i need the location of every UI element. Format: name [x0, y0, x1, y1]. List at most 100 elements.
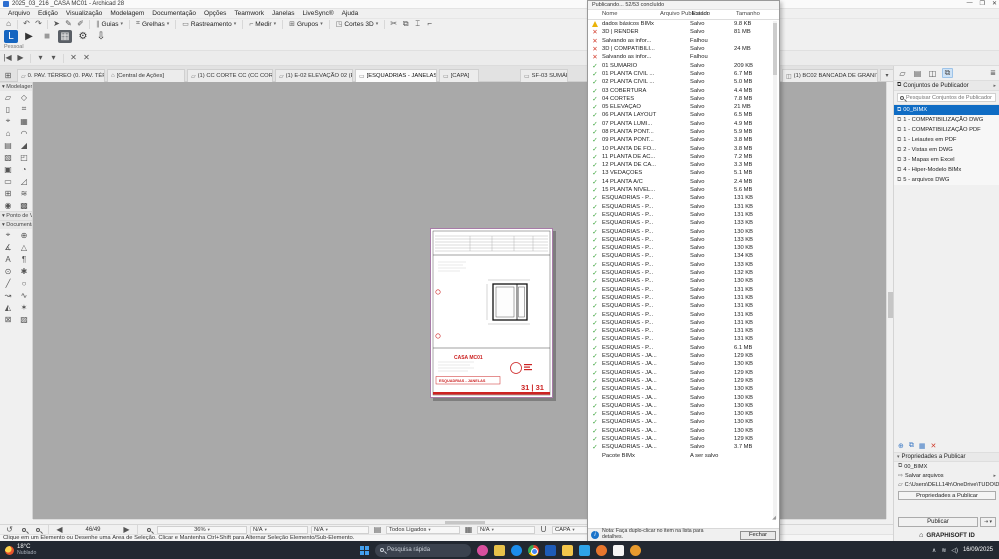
toolbox-tool-icon-5[interactable]: ▦ — [16, 115, 32, 127]
toolbox-tool-icon-13[interactable]: ◔ — [16, 163, 32, 175]
adjust-icon[interactable]: ⌶ — [412, 19, 423, 29]
publish-item-row[interactable]: ✓ ESQUADRIAS - P... Salvo 133 KB — [588, 219, 774, 227]
publish-item-row[interactable]: ✓ ESQUADRIAS - P... Salvo 131 KB — [588, 203, 774, 211]
toolbox-section-documentac[interactable]: ▾ Documentaç... — [0, 220, 32, 229]
layers-icon[interactable]: ▤ — [372, 525, 383, 535]
toolbox-tool-icon-1[interactable]: ⊕ — [16, 229, 32, 241]
toolbox-tool-icon-13[interactable]: ✶ — [16, 301, 32, 313]
toolbox-tool-icon-15[interactable]: ◿ — [16, 175, 32, 187]
tab-sf-03-suma-rio[interactable]: ▭SF-03 SUMÁRIO — [520, 69, 568, 82]
column-tamanho[interactable]: Tamanho — [736, 11, 760, 17]
publish-item-row[interactable]: ✓ 07 PLANTA LUMI... Salvo 4.9 MB — [588, 120, 774, 128]
menu-opc-o-es[interactable]: Opções — [200, 10, 230, 17]
orientation-combo[interactable]: N/A ▾ — [250, 525, 308, 534]
publish-options-dropdown[interactable]: ⇥ ▾ — [980, 517, 996, 527]
publish-item-row[interactable]: ✓ ESQUADRIAS - P... Salvo 130 KB — [588, 277, 774, 285]
publisher-search-box[interactable] — [897, 93, 996, 102]
canvas-vertical-scrollbar[interactable] — [886, 82, 893, 519]
menu-janelas[interactable]: Janelas — [268, 10, 298, 17]
publish-item-row[interactable]: ✓ 01 SUMÁRIO Salvo 209 KB — [588, 61, 774, 70]
volume-icon[interactable]: ◁) — [951, 547, 958, 554]
publisher-search-input[interactable] — [906, 94, 992, 101]
toolbox-tool-icon-1[interactable]: ◇ — [16, 91, 32, 103]
split-icon[interactable]: ⧉ — [400, 19, 411, 29]
publish-item-row[interactable]: ✓ ESQUADRIAS - JA... Salvo 129 KB — [588, 377, 774, 385]
toolbox-section-ponto-de-vis[interactable]: ▾ Ponto de Vis... — [0, 211, 32, 220]
home-icon[interactable]: ⌂ — [3, 19, 14, 29]
publish-item-row[interactable]: ✓ ESQUADRIAS - P... Salvo 132 KB — [588, 269, 774, 277]
menu-edic-a-o[interactable]: Edição — [34, 10, 62, 17]
publish-item-row[interactable]: ✕ 3D | COMPATIBILI... Salvo 24 MB — [588, 45, 774, 53]
publish-item-row[interactable]: dados básicos BIMx Salvo 9.8 KB — [588, 20, 774, 28]
menu-teamwork[interactable]: Teamwork — [230, 10, 268, 17]
publish-item-row[interactable]: ✓ 12 PLANTA DE CA... Salvo 3.3 MB — [588, 161, 774, 169]
intersect-icon[interactable]: ⌐ — [424, 19, 435, 29]
toolbox-tool-icon-8[interactable]: ╱ — [0, 277, 16, 289]
panel-menu-icon[interactable]: ≣ — [990, 69, 996, 77]
pen-set-icon[interactable]: U — [538, 525, 549, 535]
publish-item-row[interactable]: ✓ 02 PLANTA CIVIL ... Salvo 5.0 MB — [588, 78, 774, 86]
menu-visualizac-a-o[interactable]: Visualização — [62, 10, 106, 17]
store-app-icon[interactable] — [579, 544, 590, 556]
toolbox-tool-icon-9[interactable]: ◢ — [16, 139, 32, 151]
tray-date[interactable]: 16/09/2025 — [963, 547, 993, 553]
publish-item-row[interactable]: ✓ 14 PLANTA A/C Salvo 2.4 MB — [588, 178, 774, 186]
undo-icon[interactable]: ↶ — [21, 19, 32, 29]
scale-combo[interactable]: N/A ▾ — [477, 525, 535, 534]
toolbox-tool-icon-2[interactable]: ▯ — [0, 103, 16, 115]
close-view-icon[interactable]: ✕ — [68, 53, 79, 63]
fechar-button[interactable]: Fechar — [740, 530, 776, 540]
maximize-button[interactable]: ❐ — [980, 0, 985, 7]
layer-combo[interactable]: Todos Ligados ▾ — [386, 525, 460, 534]
publish-item-row[interactable]: ✓ ESQUADRIAS - P... Salvo 131 KB — [588, 335, 774, 343]
publish-properties-button[interactable]: Propriedades a Publicar — [898, 491, 996, 500]
tab-1-e-02-elevac-a-o-02-e-02-ele[interactable]: ▱(1) E-02 ELEVAÇÃO 02 (E-02 ELE... — [275, 69, 353, 82]
publish-item-row[interactable]: ✓ 13 VEDAÇÕES Salvo 5.1 MB — [588, 169, 774, 177]
blue-app-icon[interactable] — [545, 544, 556, 556]
graphisoft-id-row[interactable]: ⌂ GRAPHISOFT ID — [894, 532, 999, 539]
publish-item-row[interactable]: ✓ ESQUADRIAS - JA... Salvo 129 KB — [588, 352, 774, 360]
toolbar-button-rastreamento[interactable]: ▭ Rastreamento ▾ — [179, 19, 239, 29]
nav-first-icon[interactable]: |◀ — [2, 53, 13, 63]
publish-item-row[interactable]: ✓ ESQUADRIAS - JA... Salvo 129 KB — [588, 435, 774, 443]
publish-item-row[interactable]: ✓ ESQUADRIAS - P... Salvo 131 KB — [588, 327, 774, 335]
edge-dev-icon[interactable] — [596, 544, 607, 556]
toolbox-tool-icon-17[interactable]: ≋ — [16, 187, 32, 199]
toolbox-tool-icon-7[interactable]: ✱ — [16, 265, 32, 277]
publish-path-row[interactable]: ▱ C:\Users\DELL14h\OneDrive\TUDO\Documen… — [894, 480, 999, 489]
eyedropper-icon[interactable]: ✐ — [75, 19, 86, 29]
toolbox-tool-icon-2[interactable]: ∡ — [0, 241, 16, 253]
close-button[interactable]: ✕ — [992, 0, 997, 7]
publish-item-row[interactable]: ✓ ESQUADRIAS - JA... Salvo 130 KB — [588, 427, 774, 435]
toolbox-tool-icon-8[interactable]: ▤ — [0, 139, 16, 151]
toolbox-tool-icon-6[interactable]: ⌂ — [0, 127, 16, 139]
close-all-icon[interactable]: ✕ — [81, 53, 92, 63]
project-map-icon[interactable]: ▱ — [897, 68, 908, 78]
toolbar-button-grupos[interactable]: ⊞ Grupos ▾ — [286, 19, 326, 29]
publish-item-row[interactable]: ✓ ESQUADRIAS - P... Salvo 130 KB — [588, 227, 774, 236]
publish-item-row[interactable]: ✓ ESQUADRIAS - P... Salvo 6.1 MB — [588, 344, 774, 352]
delete-icon[interactable]: ✕ — [931, 442, 937, 450]
add-shortcut-icon[interactable]: ⊕ — [898, 442, 904, 450]
layout-book-icon[interactable]: ◫ — [927, 68, 938, 78]
publish-button[interactable]: Publicar — [898, 517, 978, 527]
file-explorer-icon[interactable] — [494, 544, 505, 556]
publish-item-row[interactable]: ✓ ESQUADRIAS - JA... Salvo 130 KB — [588, 393, 774, 402]
toolbox-tool-icon-4[interactable]: ⌖ — [0, 115, 16, 127]
publish-item-row[interactable]: ✓ ESQUADRIAS - P... Salvo 131 KB — [588, 286, 774, 294]
menu-documentac-a-o[interactable]: Documentação — [148, 10, 200, 17]
scale-icon[interactable]: ▦ — [463, 525, 474, 535]
publish-item-row[interactable]: ✓ ESQUADRIAS - JA... Salvo 3.7 MB — [588, 443, 774, 451]
menu-ajuda[interactable]: Ajuda — [338, 10, 363, 17]
publish-item-row[interactable]: ✕ 3D | RENDER Salvo 81 MB — [588, 28, 774, 36]
dialog-scrollbar[interactable] — [773, 21, 777, 519]
toolbar-button-guias[interactable]: ∥ Guias ▾ — [93, 19, 126, 29]
inject-parameters-icon[interactable]: ✎ — [63, 19, 74, 29]
publish-item-row[interactable]: ✓ 05 ELEVAÇÃO Salvo 21 MB — [588, 103, 774, 111]
minimize-button[interactable]: — — [967, 0, 973, 7]
publish-item-row[interactable]: ✓ ESQUADRIAS - JA... Salvo 129 KB — [588, 368, 774, 377]
party-app-icon[interactable] — [477, 544, 488, 556]
publish-item-row[interactable]: ✓ ESQUADRIAS - P... Salvo 131 KB — [588, 302, 774, 310]
tray-chevron-up-icon[interactable]: ∧ — [932, 547, 936, 554]
tab-capa[interactable]: ▭ [CAPA] — [439, 69, 479, 82]
